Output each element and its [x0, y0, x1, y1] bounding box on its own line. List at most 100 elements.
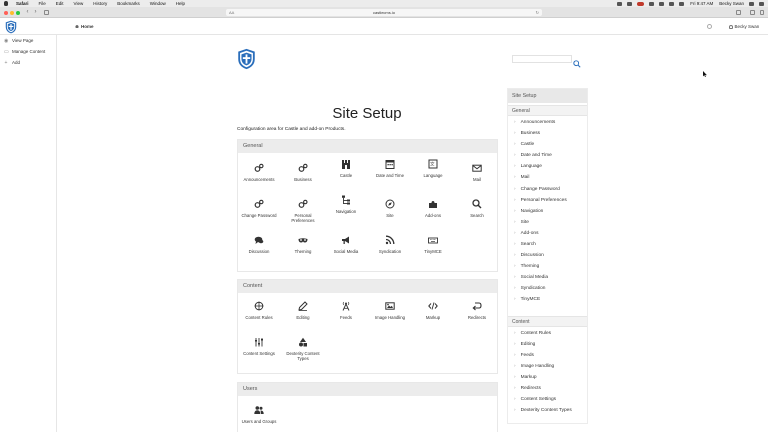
- castle-logo-icon[interactable]: [5, 20, 17, 34]
- portlet-link[interactable]: Syndication: [514, 286, 546, 291]
- tile-business[interactable]: Business: [283, 163, 323, 182]
- portlet-link[interactable]: Theming: [514, 264, 540, 269]
- portlet-link[interactable]: Date and Time: [514, 153, 552, 158]
- menu-help[interactable]: Help: [176, 0, 185, 7]
- tile-users-and-groups[interactable]: Users and Groups: [239, 405, 279, 424]
- tile-site[interactable]: Site: [370, 199, 410, 218]
- tile-dexterity-content-types[interactable]: Dexterity Content Types: [283, 337, 323, 361]
- tile-castle[interactable]: Castle: [326, 159, 366, 178]
- tile-change-password[interactable]: Change Password: [239, 199, 279, 218]
- status-icon[interactable]: [649, 1, 655, 6]
- menu-history[interactable]: History: [93, 0, 107, 7]
- tile-language[interactable]: 文 Language: [413, 159, 453, 178]
- portlet-link[interactable]: Personal Preferences: [514, 198, 567, 203]
- share-icon[interactable]: [736, 10, 741, 15]
- breadcrumb-home[interactable]: Home: [81, 24, 94, 29]
- site-logo-icon[interactable]: [237, 48, 256, 70]
- breadcrumb[interactable]: Home: [75, 24, 94, 29]
- portlet-link[interactable]: Site: [514, 220, 529, 225]
- tile-feeds[interactable]: Feeds: [326, 301, 366, 320]
- menu-view[interactable]: View: [74, 0, 84, 7]
- portlet-link[interactable]: Content Rules: [514, 331, 551, 336]
- portlet-link[interactable]: Image Handling: [514, 364, 555, 369]
- tile-content-settings[interactable]: Content Settings: [239, 337, 279, 356]
- battery-icon[interactable]: [679, 1, 685, 6]
- portlet-link[interactable]: Dexterity Content Types: [514, 408, 572, 413]
- tile-navigation[interactable]: Navigation: [326, 195, 366, 214]
- tile-markup[interactable]: Markup: [413, 301, 453, 320]
- portlet-link[interactable]: Castle: [514, 142, 535, 147]
- portlet-link[interactable]: Business: [514, 131, 540, 136]
- reload-icon[interactable]: ↻: [536, 9, 539, 16]
- status-icon[interactable]: [659, 1, 665, 6]
- tile-social-media[interactable]: Social Media: [326, 235, 366, 254]
- menu-clock[interactable]: Fri 9:47 AM: [690, 0, 713, 7]
- tile-add-ons[interactable]: Add-ons: [413, 199, 453, 218]
- menu-file[interactable]: File: [39, 0, 46, 7]
- portlet-link[interactable]: Feeds: [514, 353, 534, 358]
- record-icon[interactable]: [637, 1, 645, 6]
- forward-icon[interactable]: ›: [33, 9, 38, 15]
- tabs-icon[interactable]: [750, 10, 755, 15]
- sidebar-item-add[interactable]: + Add: [4, 60, 20, 65]
- portlet-link[interactable]: Content Settings: [514, 397, 556, 402]
- tile-personal-preferences[interactable]: Personal Preferences: [283, 199, 323, 223]
- reader-button[interactable]: AA: [229, 9, 234, 16]
- search-button[interactable]: [573, 55, 581, 68]
- portlet-link[interactable]: Search: [514, 242, 536, 247]
- minimize-window-button[interactable]: [10, 10, 14, 15]
- portlet-link[interactable]: Change Password: [514, 187, 560, 192]
- maximize-window-button[interactable]: [16, 10, 20, 15]
- sidebar-toggle-icon[interactable]: [44, 10, 49, 15]
- menu-edit[interactable]: Edit: [56, 0, 64, 7]
- portlet-link[interactable]: Social Media: [514, 275, 548, 280]
- portlet-link[interactable]: Redirects: [514, 386, 541, 391]
- mask-icon: [298, 235, 308, 245]
- tile-syndication[interactable]: Syndication: [370, 235, 410, 254]
- user-name[interactable]: Becky Swan: [735, 24, 760, 29]
- gears-icon: [254, 199, 264, 209]
- portlet-link[interactable]: Navigation: [514, 209, 544, 214]
- portlet-link[interactable]: Announcements: [514, 120, 556, 125]
- tile-theming[interactable]: Theming: [283, 235, 323, 254]
- tile-mail[interactable]: Mail: [457, 163, 497, 182]
- portlet-link[interactable]: Editing: [514, 342, 536, 347]
- status-icon[interactable]: [627, 1, 633, 6]
- portlet-link[interactable]: Language: [514, 164, 542, 169]
- menu-app-name[interactable]: Safari: [16, 0, 29, 7]
- address-bar[interactable]: AA castlecms.io ↻: [226, 9, 542, 16]
- menu-user[interactable]: Becky Swan: [719, 0, 744, 7]
- portlet-link[interactable]: Discussion: [514, 253, 544, 258]
- list-icon[interactable]: [759, 1, 764, 6]
- close-window-button[interactable]: [4, 10, 8, 15]
- menu-bookmarks[interactable]: Bookmarks: [117, 0, 140, 7]
- tile-content-rules[interactable]: Content Rules: [239, 301, 279, 320]
- portlet-link[interactable]: Markup: [514, 375, 537, 380]
- settings-icon[interactable]: [707, 24, 712, 29]
- tile-editing[interactable]: Editing: [283, 301, 323, 320]
- tile-announcements[interactable]: Announcements: [239, 163, 279, 182]
- new-tab-icon[interactable]: [760, 10, 764, 15]
- sidebar-item-view-page[interactable]: ◉ View Page: [4, 38, 33, 43]
- tile-image-handling[interactable]: Image Handling: [370, 301, 410, 320]
- search-input[interactable]: [512, 55, 572, 63]
- tile-discussion[interactable]: Discussion: [239, 235, 279, 254]
- tile-date-and-time[interactable]: Date and Time: [370, 159, 410, 178]
- search-icon[interactable]: [749, 1, 754, 6]
- apple-icon[interactable]: [4, 1, 8, 6]
- portlet-link[interactable]: TinyMCE: [514, 297, 541, 302]
- back-icon[interactable]: ‹: [25, 9, 30, 15]
- tile-search[interactable]: Search: [457, 199, 497, 218]
- status-icon[interactable]: [617, 1, 623, 6]
- sidebar-item-manage-content[interactable]: ▭ Manage Content: [4, 49, 45, 54]
- portlet-group-content[interactable]: Content: [508, 316, 587, 327]
- portlet-group-general[interactable]: General: [508, 105, 587, 116]
- user-menu[interactable]: Becky Swan: [729, 24, 759, 29]
- portlet-link[interactable]: Mail: [514, 175, 530, 180]
- tile-tinymce[interactable]: TinyMCE: [413, 235, 453, 254]
- menu-window[interactable]: Window: [150, 0, 166, 7]
- tile-redirects[interactable]: Redirects: [457, 301, 497, 320]
- portlet-title[interactable]: Site Setup: [508, 89, 587, 103]
- portlet-link[interactable]: Add-ons: [514, 231, 539, 236]
- wifi-icon[interactable]: [669, 1, 675, 6]
